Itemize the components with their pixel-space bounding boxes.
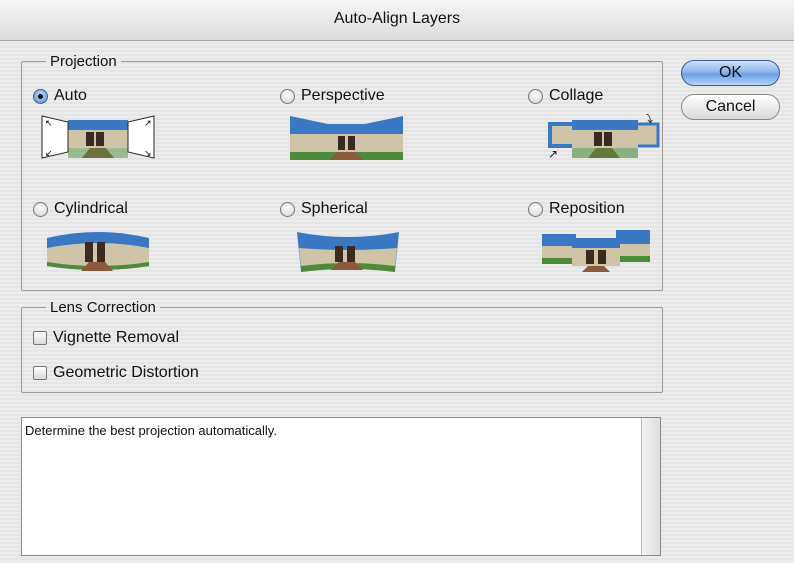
description-box: Determine the best projection automatica…	[21, 417, 661, 556]
vignette-removal-option[interactable]: Vignette Removal	[33, 329, 179, 347]
svg-text:↖: ↖	[45, 119, 53, 129]
reposition-projection-thumbnail	[542, 230, 650, 272]
description-scrollbar[interactable]	[641, 418, 660, 555]
svg-text:↙: ↙	[45, 149, 53, 159]
radio-reposition[interactable]: Reposition	[528, 200, 625, 218]
radio-reposition-indicator[interactable]	[528, 201, 543, 217]
auto-projection-thumbnail: ↖ ↗ ↙ ↘	[41, 115, 155, 159]
svg-text:↘: ↘	[144, 149, 152, 159]
title-bar[interactable]: Auto-Align Layers	[0, 0, 794, 41]
svg-text:⤵: ⤵	[642, 114, 653, 125]
radio-reposition-label: Reposition	[549, 200, 625, 217]
radio-perspective-label: Perspective	[301, 87, 385, 104]
radio-spherical-label: Spherical	[301, 200, 368, 217]
description-text: Determine the best projection automatica…	[25, 423, 277, 438]
radio-collage-label: Collage	[549, 87, 604, 104]
geometric-distortion-label: Geometric Distortion	[53, 364, 199, 381]
spherical-projection-thumbnail	[297, 232, 399, 272]
geometric-distortion-option[interactable]: Geometric Distortion	[33, 364, 199, 382]
radio-auto-label: Auto	[54, 87, 87, 104]
radio-cylindrical-label: Cylindrical	[54, 200, 128, 217]
radio-spherical-indicator[interactable]	[280, 201, 295, 217]
svg-text:↗: ↗	[548, 147, 558, 161]
radio-spherical[interactable]: Spherical	[280, 200, 368, 218]
ok-button[interactable]: OK	[681, 60, 780, 86]
projection-legend: Projection	[50, 53, 117, 70]
lens-correction-legend: Lens Correction	[50, 299, 156, 316]
radio-auto[interactable]: Auto	[33, 87, 87, 105]
radio-perspective[interactable]: Perspective	[280, 87, 385, 105]
radio-collage-indicator[interactable]	[528, 88, 543, 104]
radio-perspective-indicator[interactable]	[280, 88, 295, 104]
perspective-projection-thumbnail	[290, 116, 403, 160]
collage-projection-thumbnail: ↗ ⤵	[548, 114, 660, 161]
geometric-distortion-checkbox[interactable]	[33, 366, 47, 380]
vignette-removal-label: Vignette Removal	[53, 329, 179, 346]
radio-auto-indicator[interactable]	[33, 88, 48, 104]
cancel-button[interactable]: Cancel	[681, 94, 780, 120]
radio-cylindrical-indicator[interactable]	[33, 201, 48, 217]
auto-align-layers-dialog: Auto-Align Layers Projection Auto Perspe…	[0, 0, 794, 563]
vignette-removal-checkbox[interactable]	[33, 331, 47, 345]
cylindrical-projection-thumbnail	[47, 232, 149, 271]
svg-text:↗: ↗	[144, 119, 152, 129]
window-title: Auto-Align Layers	[333, 10, 461, 27]
radio-cylindrical[interactable]: Cylindrical	[33, 200, 128, 218]
radio-collage[interactable]: Collage	[528, 87, 603, 105]
